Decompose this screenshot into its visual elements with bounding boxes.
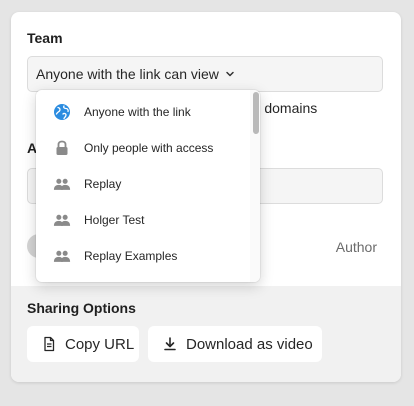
privacy-select[interactable]: Anyone with the link can view [27,56,383,92]
people-icon [53,247,71,265]
lock-icon [53,139,71,157]
sharing-options-panel: Sharing Options Copy URL Download as vid… [11,286,401,382]
people-icon [53,175,71,193]
copy-url-label: Copy URL [65,335,135,353]
option-label: Replay [84,177,122,191]
option-team-replay-examples[interactable]: Replay Examples [36,238,250,274]
dropdown-scrollbar[interactable] [250,90,260,282]
option-team-holger-test[interactable]: Holger Test [36,202,250,238]
download-video-label: Download as video [186,335,313,353]
option-team-replay[interactable]: Replay [36,166,250,202]
download-icon [162,336,178,352]
author-role-label: Author [335,239,377,255]
privacy-dropdown-menu: Anyone with the link Only people with ac… [36,90,260,282]
option-label: Replay Examples [84,249,178,263]
team-label: Team [27,30,63,46]
download-video-button[interactable]: Download as video [148,326,322,362]
privacy-select-value: Anyone with the link can view [36,66,219,82]
document-icon [41,336,57,352]
globe-icon [53,103,71,121]
option-label: Anyone with the link [84,105,191,119]
option-anyone-with-link[interactable]: Anyone with the link [36,94,250,130]
option-label: Only people with access [84,141,214,155]
option-label: Holger Test [84,213,145,227]
option-only-people-with-access[interactable]: Only people with access [36,130,250,166]
people-icon [53,211,71,229]
chevron-down-icon [225,69,235,79]
sharing-options-title: Sharing Options [27,300,136,316]
scrollbar-thumb[interactable] [253,92,259,134]
copy-url-button[interactable]: Copy URL [27,326,139,362]
